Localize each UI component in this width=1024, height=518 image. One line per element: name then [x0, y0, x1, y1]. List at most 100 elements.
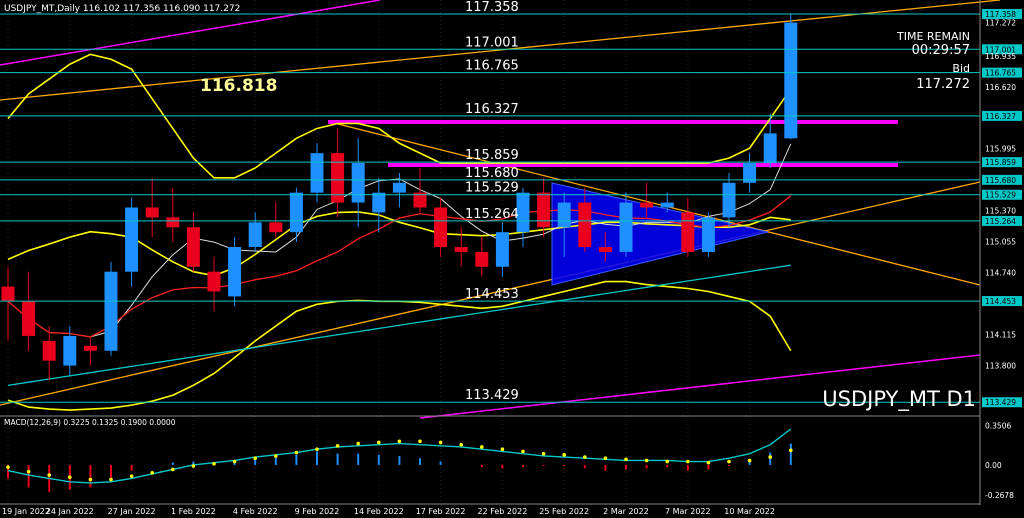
macd-signal-dot-18 [377, 440, 381, 445]
bid-label: Bid [952, 62, 970, 75]
macd-signal-dot-25 [521, 449, 525, 454]
candle-body-4[interactable] [83, 345, 97, 351]
candle-body-18[interactable] [372, 192, 386, 213]
chart-header-info: USDJPY_MT,Daily 116.102 117.356 116.090 … [4, 4, 240, 14]
symbol-watermark: USDJPY_MT D1 [822, 387, 976, 412]
macd-signal-dot-38 [789, 448, 793, 453]
level-label-8: 114.453 [465, 287, 519, 302]
time-tick-5: 9 Feb 2022 [295, 507, 340, 516]
candle-body-30[interactable] [619, 202, 633, 252]
big-level-label: 116.818 [200, 76, 277, 96]
bid-value: 117.272 [916, 77, 970, 92]
macd-signal-dot-15 [315, 447, 319, 452]
candle-body-24[interactable] [495, 232, 509, 267]
resistance-rect-116327[interactable] [328, 120, 898, 124]
candle-body-27[interactable] [557, 202, 571, 228]
candle-body-23[interactable] [475, 251, 489, 267]
candle-body-1[interactable] [22, 301, 36, 336]
candle-body-35[interactable] [722, 182, 736, 218]
macd-signal-dot-34 [706, 460, 711, 465]
macd-signal-dot-8 [171, 467, 175, 472]
candle-body-5[interactable] [104, 271, 118, 351]
candle-body-32[interactable] [660, 202, 674, 208]
price-tick-5: 116.620 [985, 83, 1016, 92]
candle-body-12[interactable] [248, 222, 262, 248]
candle-body-21[interactable] [434, 207, 448, 248]
price-tick-14: 114.740 [985, 269, 1016, 278]
time-tick-9: 25 Feb 2022 [539, 507, 589, 516]
price-tick-6: 116.327 [985, 112, 1016, 121]
candle-body-29[interactable] [598, 247, 612, 252]
macd-signal-dot-2 [47, 473, 51, 477]
candle-body-14[interactable] [289, 192, 303, 233]
macd-signal-dot-23 [480, 445, 484, 449]
price-tick-8: 115.859 [985, 158, 1016, 167]
price-chart[interactable]: 117.358 117.001 116.765 116.327 115.859 115.6… [0, 0, 1024, 518]
price-tick-3: 116.935 [985, 52, 1016, 61]
time-tick-8: 22 Feb 2022 [478, 507, 528, 516]
macd-tick-0: 0.3506 [985, 422, 1011, 431]
price-tick-17: 113.800 [985, 362, 1016, 371]
price-tick-4: 116.765 [985, 69, 1016, 78]
price-tick-10: 115.529 [985, 191, 1016, 200]
macd-signal-dot-0 [6, 465, 10, 469]
macd-signal-dot-28 [583, 455, 587, 459]
candle-body-38[interactable] [784, 22, 798, 139]
macd-signal-dot-22 [459, 442, 464, 447]
macd-signal-dot-32 [665, 459, 669, 464]
candle-body-17[interactable] [351, 163, 365, 203]
level-label-6: 115.529 [465, 181, 519, 196]
macd-signal-dot-9 [191, 464, 196, 468]
price-tick-16: 114.115 [985, 330, 1016, 339]
candle-body-13[interactable] [269, 222, 283, 233]
candle-body-28[interactable] [578, 202, 592, 248]
macd-params-label: MACD(12,26,9) 0.3225 0.1325 0.1900 0.000… [4, 418, 176, 427]
macd-signal-dot-26 [541, 451, 546, 456]
macd-signal-dot-13 [274, 454, 278, 458]
candle-body-9[interactable] [186, 227, 200, 267]
time-tick-0: 19 Jan 2022 [2, 507, 50, 516]
macd-signal-dot-16 [335, 444, 340, 448]
time-tick-3: 1 Feb 2022 [171, 507, 216, 516]
macd-signal-dot-33 [686, 459, 690, 464]
candle-body-10[interactable] [207, 271, 221, 292]
macd-signal-dot-37 [768, 455, 772, 459]
time-tick-2: 27 Jan 2022 [108, 507, 156, 516]
candle-body-3[interactable] [63, 335, 77, 366]
candle-body-15[interactable] [310, 153, 324, 193]
level-label-2: 116.765 [465, 59, 519, 74]
candle-body-34[interactable] [701, 217, 715, 252]
level-label-4: 115.859 [465, 148, 519, 163]
price-tick-9: 115.680 [985, 176, 1016, 185]
price-tick-15: 114.453 [985, 297, 1016, 306]
time-tick-12: 10 Mar 2022 [724, 507, 775, 516]
candle-body-11[interactable] [228, 247, 242, 297]
macd-signal-dot-3 [68, 475, 72, 480]
candle-body-8[interactable] [166, 217, 180, 228]
time-tick-1: 24 Jan 2022 [46, 507, 94, 516]
candle-body-22[interactable] [454, 247, 468, 252]
macd-signal-dot-17 [356, 441, 361, 446]
macd-signal-dot-1 [26, 469, 31, 474]
candle-body-33[interactable] [681, 212, 695, 252]
price-tick-18: 113.429 [985, 398, 1016, 407]
macd-tick-1: 0.00 [985, 461, 1002, 470]
candle-body-6[interactable] [125, 207, 139, 272]
candle-body-0[interactable] [1, 286, 15, 302]
candle-body-37[interactable] [763, 133, 777, 164]
macd-signal-dot-20 [418, 439, 422, 444]
candle-body-26[interactable] [537, 192, 551, 228]
candle-body-7[interactable] [145, 207, 159, 218]
macd-signal-dot-24 [500, 447, 505, 452]
candle-body-2[interactable] [42, 340, 56, 361]
level-label-5: 115.680 [465, 166, 519, 181]
time-tick-6: 14 Feb 2022 [354, 507, 404, 516]
macd-signal-dot-6 [129, 474, 134, 478]
candle-body-31[interactable] [640, 202, 654, 208]
candle-body-19[interactable] [392, 182, 406, 193]
macd-signal-dot-30 [624, 457, 628, 462]
macd-signal-dot-29 [603, 456, 608, 460]
level-label-7: 115.264 [465, 207, 519, 222]
macd-signal-dot-27 [562, 453, 566, 457]
macd-tick-2: -0.2678 [985, 491, 1014, 500]
